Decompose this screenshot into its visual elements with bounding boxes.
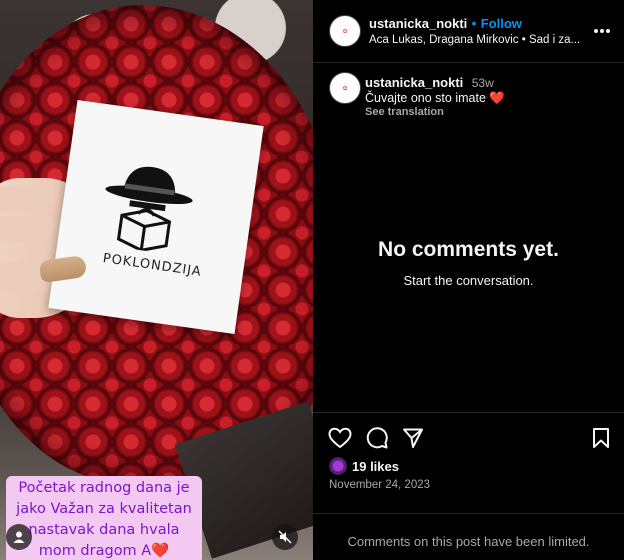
caption-line: jako Važan za kvalitetan: [16, 501, 192, 517]
mute-button[interactable]: [272, 524, 298, 550]
audio-subtitle[interactable]: Aca Lukas, Dragana Mirkovic • Sad i za..…: [369, 34, 583, 46]
card-brand-text: POKLONDZIJA: [101, 251, 203, 280]
caption-line: Početak radnog dana je: [18, 480, 190, 496]
avatar-logo: ✿: [342, 84, 348, 92]
post-date[interactable]: November 24, 2023: [329, 479, 430, 491]
comment-age: 53w: [471, 76, 494, 90]
comment-icon: [366, 427, 388, 449]
share-icon: [403, 428, 423, 448]
see-translation-link[interactable]: See translation: [365, 106, 444, 118]
comment-avatar[interactable]: ✿: [329, 72, 361, 104]
save-button[interactable]: [588, 425, 614, 451]
caption-line: nastavak dana hvala: [28, 522, 180, 538]
avatar-logo: ✿: [342, 27, 348, 35]
comment-text: Čuvajte ono sto imate ❤️: [365, 91, 505, 105]
comment-username[interactable]: ustanicka_nokti: [365, 75, 463, 90]
share-button[interactable]: [400, 425, 426, 451]
mute-icon: [278, 530, 292, 544]
author-avatar[interactable]: ✿: [329, 15, 361, 47]
post-panel: ✿ ustanicka_nokti • Follow Aca Lukas, Dr…: [313, 0, 624, 560]
gift-card: POKLONDZIJA: [48, 99, 264, 335]
caption-line: mom dragom A❤️: [38, 543, 170, 559]
story-caption: Početak radnog dana je jako Važan za kva…: [6, 476, 202, 560]
more-options-button[interactable]: [589, 18, 615, 44]
liker-avatar[interactable]: [329, 457, 347, 475]
tagged-users-button[interactable]: [6, 524, 32, 550]
more-icon: [594, 29, 610, 33]
comment-button[interactable]: [364, 425, 390, 451]
bookmark-icon: [593, 428, 609, 448]
instagram-post: POKLONDZIJA Početak radnog dana je jako …: [0, 0, 624, 560]
finger: [0, 186, 50, 212]
post-header: ✿ ustanicka_nokti • Follow Aca Lukas, Dr…: [313, 0, 624, 63]
spy-gift-logo: [105, 166, 193, 252]
author-username[interactable]: ustanicka_nokti: [369, 16, 467, 31]
finger: [0, 216, 54, 242]
comments-limited-notice: Comments on this post have been limited.: [313, 513, 624, 560]
heart-icon: [328, 427, 352, 449]
like-button[interactable]: [327, 425, 353, 451]
header-separator: •: [471, 16, 477, 31]
no-comments-title: No comments yet.: [378, 238, 559, 261]
likes-count[interactable]: 19 likes: [352, 459, 399, 474]
no-comments-subtitle: Start the conversation.: [403, 273, 534, 288]
post-media[interactable]: POKLONDZIJA Početak radnog dana je jako …: [0, 0, 313, 560]
user-tag-icon: [13, 531, 25, 543]
follow-button[interactable]: Follow: [481, 16, 522, 31]
